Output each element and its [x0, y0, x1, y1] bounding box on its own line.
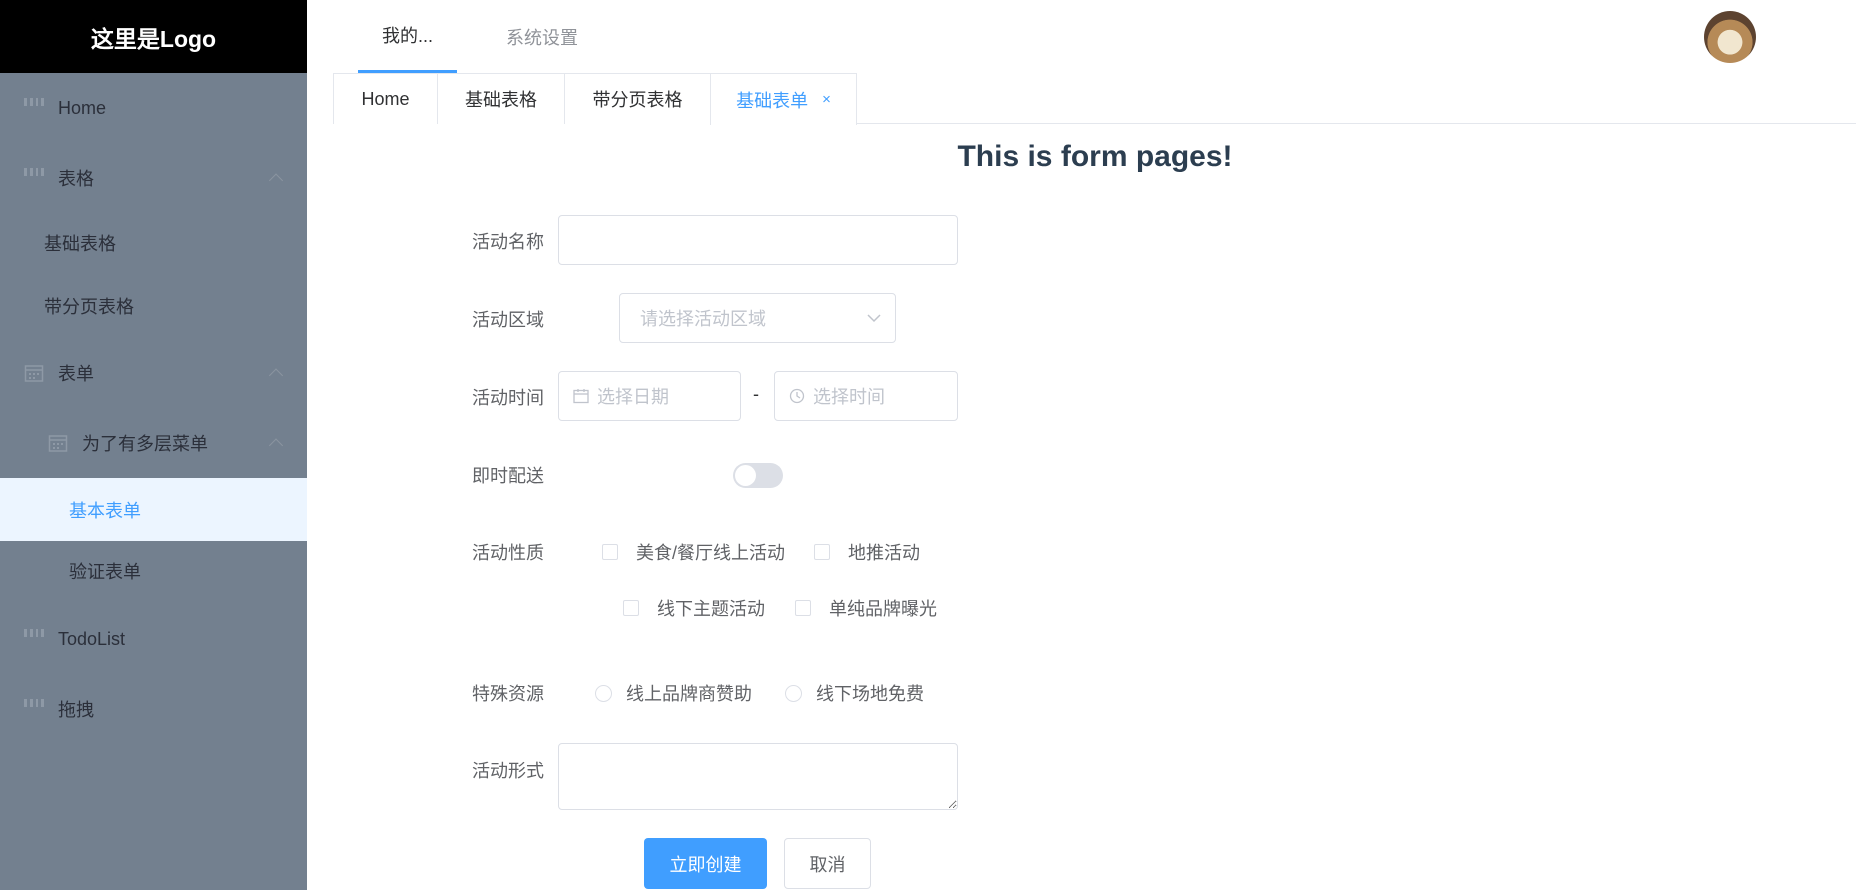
field-label-time: 活动时间: [472, 388, 544, 408]
chevron-up-icon: [268, 438, 284, 453]
radio-label: 线上品牌商赞助: [626, 684, 752, 704]
type-checkbox-food[interactable]: 美食/餐厅线上活动: [602, 539, 785, 565]
sidebar: 这里是Logo Home 表格 基础表格 带分页表格 表单 为了有多层菜单 基本…: [0, 0, 307, 890]
page-title: This is form pages!: [957, 140, 1233, 173]
menu-item-validate-form[interactable]: 验证表单: [0, 541, 307, 601]
tab-label: 基础表单: [736, 90, 809, 111]
chevron-up-icon: [268, 368, 284, 383]
region-placeholder: 请选择活动区域: [640, 309, 766, 329]
tab-home[interactable]: Home: [333, 73, 438, 124]
menu-label: Home: [58, 97, 107, 118]
cancel-button[interactable]: 取消: [784, 838, 871, 889]
create-button[interactable]: 立即创建: [644, 838, 767, 889]
time-separator: -: [753, 384, 759, 404]
chevron-down-icon: [867, 314, 881, 323]
top-nav: 我的... 系统设置: [307, 0, 1856, 73]
menu-label: 基础表格: [44, 234, 116, 254]
menu-item-form[interactable]: 表单: [0, 338, 307, 408]
tab-basic-form[interactable]: 基础表单 ×: [710, 73, 857, 125]
grid-icon: [24, 98, 44, 118]
activity-form-textarea[interactable]: [558, 743, 958, 810]
time-picker[interactable]: 选择时间: [774, 371, 958, 421]
radio[interactable]: [785, 684, 802, 702]
grid-icon: [24, 629, 44, 649]
field-label-desc: 活动形式: [472, 761, 544, 781]
switch-knob: [735, 465, 756, 486]
date-placeholder: 选择日期: [597, 387, 669, 407]
checkbox-label: 线下主题活动: [657, 599, 765, 619]
menu-item-table[interactable]: 表格: [0, 143, 307, 213]
menu-label: 为了有多层菜单: [82, 434, 208, 454]
tab-basic-table[interactable]: 基础表格: [437, 73, 565, 124]
checkbox-label: 地推活动: [848, 543, 920, 563]
field-label-region: 活动区域: [472, 310, 544, 330]
field-label-name: 活动名称: [472, 232, 544, 252]
radio[interactable]: [595, 684, 612, 702]
menu-label: 拖拽: [58, 700, 94, 720]
checkbox[interactable]: [795, 600, 811, 616]
menu-item-basic-table[interactable]: 基础表格: [0, 213, 307, 273]
type-checkbox-offline[interactable]: 线下主题活动: [623, 595, 765, 621]
region-select[interactable]: 请选择活动区域: [619, 293, 896, 343]
close-icon[interactable]: ×: [822, 91, 831, 108]
tabs-bar: Home 基础表格 带分页表格 基础表单 ×: [333, 73, 1856, 125]
radio-label: 线下场地免费: [816, 684, 924, 704]
top-tab-settings[interactable]: 系统设置: [482, 0, 602, 73]
menu-item-drag[interactable]: 拖拽: [0, 674, 307, 744]
tab-paged-table[interactable]: 带分页表格: [564, 73, 711, 124]
top-tab-mine[interactable]: 我的...: [358, 0, 458, 73]
type-checkbox-ground[interactable]: 地推活动: [814, 539, 920, 565]
menu-item-basic-form[interactable]: 基本表单: [0, 478, 307, 541]
menu-item-todolist[interactable]: TodoList: [0, 604, 307, 674]
avatar[interactable]: [1704, 11, 1756, 63]
calendar-icon: [24, 363, 44, 383]
grid-icon: [24, 168, 44, 188]
menu-label: TodoList: [58, 628, 126, 649]
resource-radio-sponsor[interactable]: 线上品牌商赞助: [595, 680, 752, 706]
menu-label: 验证表单: [69, 562, 141, 582]
clock-icon: [789, 388, 805, 404]
delivery-switch[interactable]: [733, 463, 783, 488]
menu-label: 带分页表格: [44, 297, 134, 317]
field-label-delivery: 即时配送: [472, 466, 544, 486]
logo: 这里是Logo: [0, 0, 307, 73]
menu-label: 基本表单: [69, 500, 141, 521]
chevron-up-icon: [268, 173, 284, 188]
calendar-icon: [48, 433, 68, 453]
checkbox[interactable]: [602, 544, 618, 560]
menu-item-paged-table[interactable]: 带分页表格: [0, 276, 307, 336]
activity-name-input[interactable]: [558, 215, 958, 265]
calendar-icon: [573, 388, 589, 404]
field-label-type: 活动性质: [472, 543, 544, 563]
grid-icon: [24, 699, 44, 719]
menu-label: 表格: [58, 169, 94, 189]
checkbox-label: 单纯品牌曝光: [829, 599, 937, 619]
menu-item-home[interactable]: Home: [0, 73, 307, 143]
resource-radio-venue[interactable]: 线下场地免费: [785, 680, 924, 706]
menu-label: 表单: [58, 364, 94, 384]
checkbox[interactable]: [814, 544, 830, 560]
date-picker[interactable]: 选择日期: [558, 371, 741, 421]
field-label-resource: 特殊资源: [472, 684, 544, 704]
menu-item-multilevel[interactable]: 为了有多层菜单: [0, 408, 307, 478]
checkbox-label: 美食/餐厅线上活动: [636, 543, 786, 563]
checkbox[interactable]: [623, 600, 639, 616]
type-checkbox-brand[interactable]: 单纯品牌曝光: [795, 595, 937, 621]
time-placeholder: 选择时间: [813, 387, 885, 407]
